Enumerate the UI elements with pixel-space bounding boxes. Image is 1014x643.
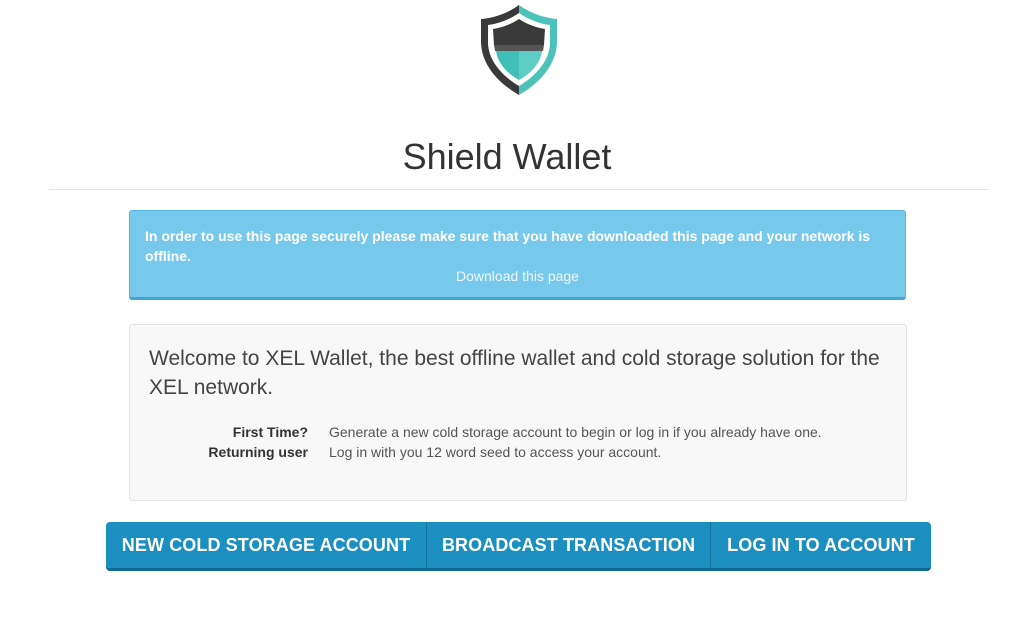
welcome-heading: Welcome to XEL Wallet, the best offline … (149, 347, 880, 399)
alert-message: In order to use this page securely pleas… (145, 228, 871, 264)
offline-alert: In order to use this page securely pleas… (129, 210, 906, 300)
welcome-panel: Welcome to XEL Wallet, the best offline … (129, 324, 907, 501)
broadcast-transaction-button[interactable]: BROADCAST TRANSACTION (427, 522, 711, 568)
title-divider (49, 189, 989, 190)
info-term: First Time? (232, 424, 308, 440)
page-title: Shield Wallet (402, 136, 612, 177)
shield-logo-icon (478, 3, 560, 97)
info-term: Returning user (208, 444, 308, 460)
download-page-link[interactable]: Download this page (130, 266, 905, 286)
info-description: Generate a new cold storage account to b… (329, 424, 822, 440)
info-description: Log in with you 12 word seed to access y… (329, 444, 662, 460)
new-cold-storage-account-button[interactable]: NEW COLD STORAGE ACCOUNT (106, 522, 427, 568)
action-button-group: NEW COLD STORAGE ACCOUNT BROADCAST TRANS… (106, 522, 931, 568)
log-in-to-account-button[interactable]: LOG IN TO ACCOUNT (711, 522, 931, 568)
